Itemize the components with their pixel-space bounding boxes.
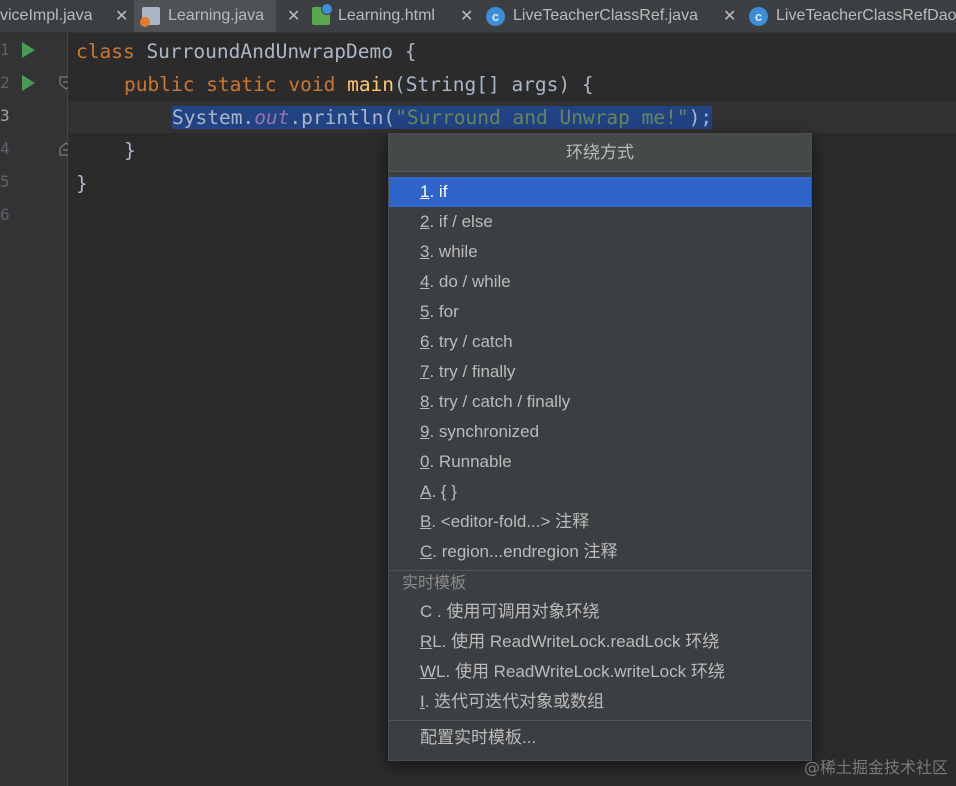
code-line-2: public static void main(String[] args) { [124, 73, 594, 96]
template-item-readlock[interactable]: RL. 使用 ReadWriteLock.readLock 环绕 [389, 627, 811, 657]
run-main-icon[interactable] [22, 75, 35, 91]
menu-item-if-else[interactable]: 2. if / else [389, 207, 811, 237]
menu-item-braces[interactable]: A. { } [389, 477, 811, 507]
line-number: 6 [0, 205, 10, 224]
template-item-callable[interactable]: C . 使用可调用对象环绕 [389, 597, 811, 627]
close-icon[interactable]: ✕ [115, 0, 128, 32]
menu-item-runnable[interactable]: 0. Runnable [389, 447, 811, 477]
code-selection: System.out.println("Surround and Unwrap … [172, 106, 713, 129]
tab-label: viceImpl.java [0, 7, 93, 24]
tab-learning-java[interactable]: Learning.java [134, 0, 277, 32]
menu-item-try-catch-finally[interactable]: 8. try / catch / finally [389, 387, 811, 417]
menu-item-if[interactable]: 1. if [389, 177, 811, 207]
template-item-iterate[interactable]: I. 迭代可迭代对象或数组 [389, 687, 811, 717]
surround-items-list: 1. if 2. if / else 3. while 4. do / whil… [389, 172, 811, 567]
watermark: @稀土掘金技术社区 [803, 758, 948, 777]
java-class-icon [486, 6, 505, 26]
tab-label: Learning.html [338, 7, 435, 24]
tab-label: Learning.java [168, 7, 265, 24]
editor-tab-bar: viceImpl.java ✕ Learning.java ✕ Learning… [0, 0, 956, 33]
tab-liveteacherclassref-java[interactable]: LiveTeacherClassRef.java [486, 0, 698, 32]
live-template-items-list: C . 使用可调用对象环绕 RL. 使用 ReadWriteLock.readL… [389, 597, 811, 717]
tab-label: LiveTeacherClassRefDao [776, 7, 956, 24]
live-templates-group-label: 实时模板 [402, 575, 467, 592]
line-number: 3 [0, 106, 10, 125]
code-line-3-selected: System.out.println("Surround and Unwrap … [172, 101, 713, 134]
close-icon[interactable]: ✕ [723, 0, 736, 32]
menu-item-try-finally[interactable]: 7. try / finally [389, 357, 811, 387]
template-item-writelock[interactable]: WL. 使用 ReadWriteLock.writeLock 环绕 [389, 657, 811, 687]
java-class-icon [749, 6, 768, 26]
close-icon[interactable]: ✕ [287, 0, 300, 32]
code-line-1: class SurroundAndUnwrapDemo { [76, 40, 417, 63]
menu-item-editor-fold[interactable]: B. <editor-fold...> 注释 [389, 507, 811, 537]
menu-item-synchronized[interactable]: 9. synchronized [389, 417, 811, 447]
popup-title: 环绕方式 [389, 134, 811, 172]
tab-label: LiveTeacherClassRef.java [513, 7, 698, 24]
tab-learning-html[interactable]: Learning.html [312, 0, 435, 32]
menu-item-do-while[interactable]: 4. do / while [389, 267, 811, 297]
close-icon[interactable]: ✕ [460, 0, 473, 32]
editor-gutter: 1 2 3 4 5 6 [0, 33, 73, 786]
menu-item-try-catch[interactable]: 6. try / catch [389, 327, 811, 357]
line-number: 1 [0, 40, 10, 59]
tab-liveteacherclassrefdao[interactable]: LiveTeacherClassRefDao [749, 0, 956, 32]
code-line-5: } [76, 172, 88, 195]
code-line-4: } [124, 139, 136, 162]
configure-live-templates-link[interactable]: 配置实时模板... [389, 721, 811, 755]
run-class-icon[interactable] [22, 42, 35, 58]
line-number: 5 [0, 172, 10, 191]
menu-item-for[interactable]: 5. for [389, 297, 811, 327]
tab-viceimpl-java[interactable]: viceImpl.java [0, 0, 92, 32]
line-number: 4 [0, 139, 10, 158]
menu-item-while[interactable]: 3. while [389, 237, 811, 267]
html-file-icon [312, 3, 333, 25]
java-file-icon [140, 7, 160, 27]
line-number: 2 [0, 73, 10, 92]
surround-with-popup: 环绕方式 1. if 2. if / else 3. while 4. do /… [388, 133, 812, 761]
menu-item-region[interactable]: C. region...endregion 注释 [389, 537, 811, 567]
